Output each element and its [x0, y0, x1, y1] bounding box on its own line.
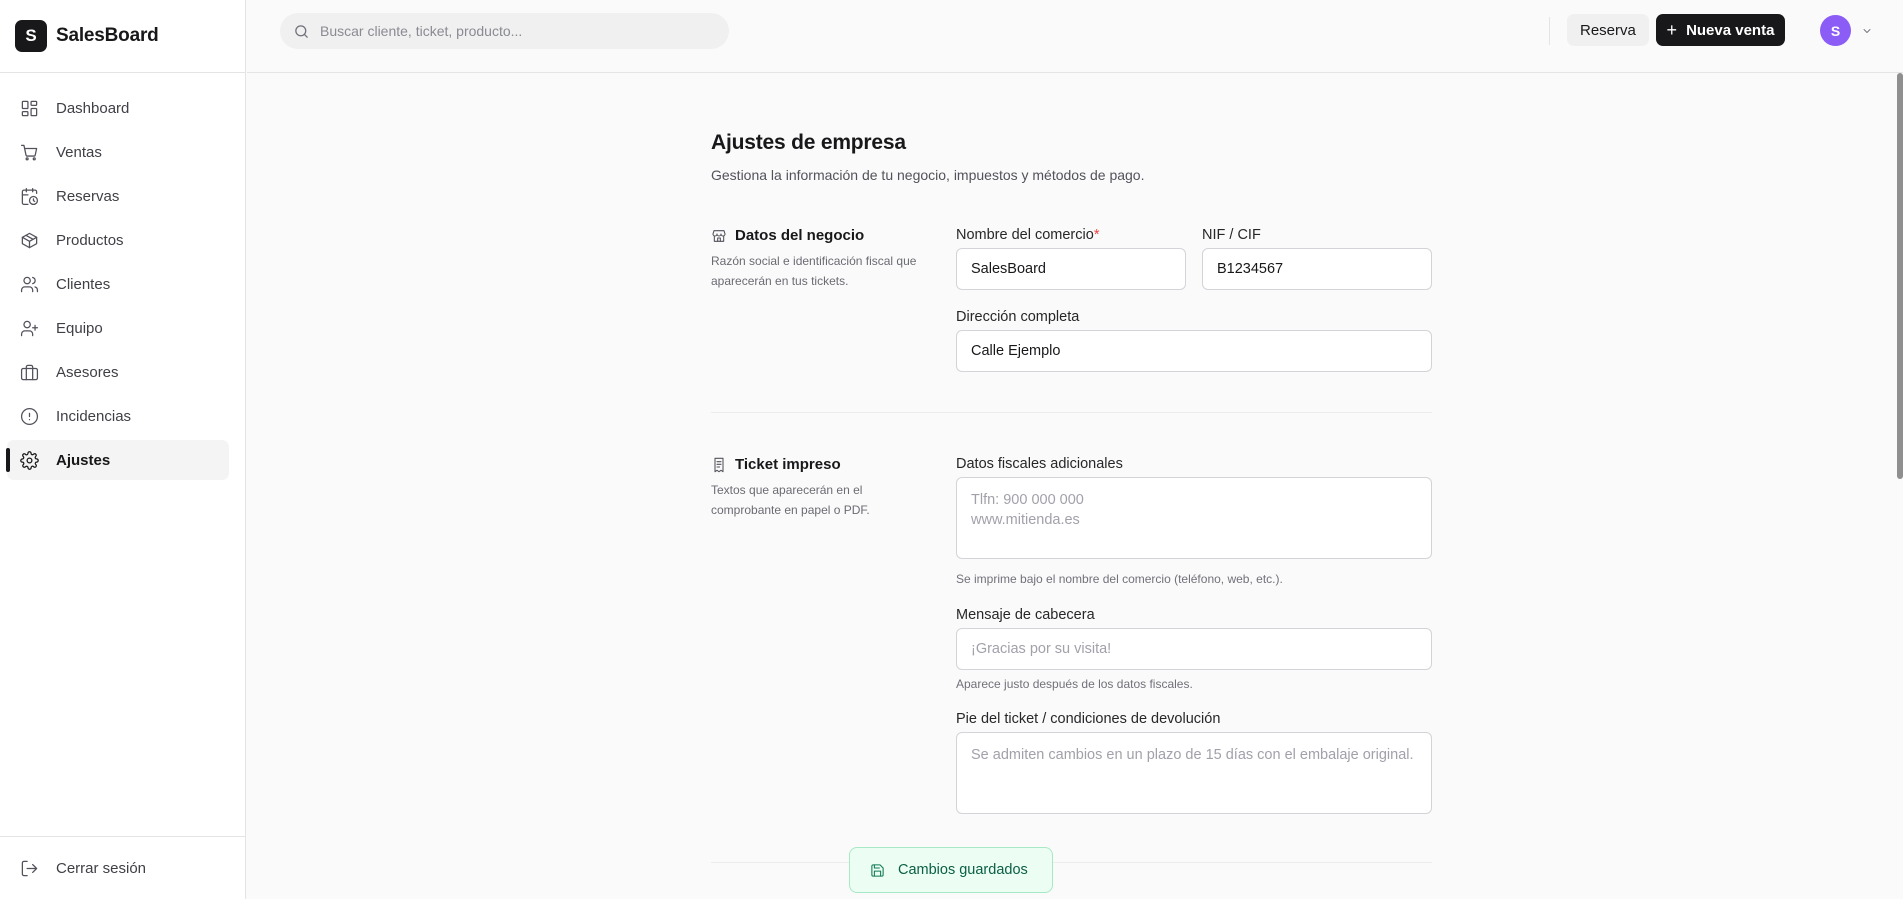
- business-name-label: Nombre del comercio*: [956, 227, 1099, 243]
- briefcase-icon: [20, 364, 39, 380]
- gear-icon: [20, 450, 39, 470]
- section-divider: [711, 862, 1432, 863]
- sidebar: S SalesBoard Dashboard Ventas Reservas P…: [0, 0, 246, 899]
- chevron-down-icon: [1863, 29, 1871, 33]
- search-bar[interactable]: [280, 13, 729, 49]
- business-section-header: Datos del negocio Razón social e identif…: [711, 227, 941, 291]
- plus-icon: +: [1666, 20, 1678, 40]
- header-message-input[interactable]: [956, 628, 1432, 670]
- reserva-button[interactable]: Reserva: [1567, 14, 1649, 46]
- sidebar-item-incidencias[interactable]: Incidencias: [7, 396, 229, 436]
- scrollbar-thumb[interactable]: [1897, 73, 1903, 479]
- search-input[interactable]: [320, 23, 700, 39]
- fiscal-data-hint: Se imprime bajo el nombre del comercio (…: [956, 572, 1283, 586]
- nif-label: NIF / CIF: [1202, 227, 1261, 243]
- package-icon: [21, 232, 38, 248]
- ticket-section-title: Ticket impreso: [711, 456, 941, 473]
- sidebar-nav: Dashboard Ventas Reservas Productos Clie…: [6, 88, 229, 484]
- footer-label: Pie del ticket / condiciones de devoluci…: [956, 711, 1221, 727]
- page-header: Ajustes de empresa Gestiona la informaci…: [711, 131, 1432, 183]
- fiscal-data-label: Datos fiscales adicionales: [956, 456, 1123, 472]
- logout-icon: [21, 860, 38, 876]
- sidebar-item-dashboard[interactable]: Dashboard: [7, 88, 229, 128]
- ticket-section-description: Textos que aparecerán en el comprobante …: [711, 483, 870, 517]
- footer-textarea[interactable]: [956, 732, 1432, 814]
- sidebar-item-label: Productos: [56, 231, 124, 249]
- alert-circle-icon: [20, 407, 39, 425]
- sidebar-item-label: Ventas: [56, 143, 102, 161]
- address-input[interactable]: [956, 330, 1432, 372]
- user-menu-toggle[interactable]: [1861, 24, 1873, 36]
- saved-toast: Cambios guardados: [849, 847, 1053, 893]
- business-section-title-text: Datos del negocio: [735, 227, 865, 244]
- business-name-input[interactable]: [956, 248, 1186, 290]
- nif-input[interactable]: [1202, 248, 1432, 290]
- ticket-section-header: Ticket impreso Textos que aparecerán en …: [711, 456, 941, 520]
- business-section-description: Razón social e identificación fiscal que…: [711, 254, 917, 288]
- business-section-title: Datos del negocio: [711, 227, 941, 244]
- store-icon: [712, 229, 726, 242]
- logout-button[interactable]: Cerrar sesión: [0, 836, 245, 899]
- sidebar-item-ajustes[interactable]: Ajustes: [6, 440, 229, 480]
- nueva-venta-button[interactable]: + Nueva venta: [1656, 14, 1785, 46]
- fiscal-data-textarea[interactable]: [956, 477, 1432, 559]
- sidebar-item-label: Equipo: [56, 319, 103, 337]
- logout-label: Cerrar sesión: [56, 859, 147, 877]
- required-mark: *: [1093, 227, 1100, 243]
- page-subtitle: Gestiona la información de tu negocio, i…: [711, 167, 1145, 183]
- user-plus-icon: [20, 320, 39, 336]
- sidebar-item-reservas[interactable]: Reservas: [7, 176, 229, 216]
- avatar[interactable]: S: [1820, 15, 1851, 46]
- page-title: Ajustes de empresa: [711, 131, 906, 154]
- sidebar-item-label: Reservas: [56, 187, 120, 205]
- app-name: SalesBoard: [56, 25, 159, 46]
- sidebar-item-label: Dashboard: [56, 99, 130, 117]
- users-icon: [20, 276, 39, 292]
- section-divider: [711, 412, 1432, 413]
- header-message-hint: Aparece justo después de los datos fisca…: [956, 677, 1193, 691]
- receipt-icon: [714, 457, 724, 472]
- sidebar-item-label: Ajustes: [56, 451, 111, 469]
- save-icon: [871, 863, 884, 877]
- sidebar-item-ventas[interactable]: Ventas: [7, 132, 229, 172]
- sidebar-item-label: Clientes: [56, 275, 111, 293]
- toast-message: Cambios guardados: [898, 862, 1028, 878]
- brand[interactable]: S SalesBoard: [0, 0, 245, 73]
- search-icon: [295, 24, 308, 38]
- ticket-section-title-text: Ticket impreso: [735, 456, 841, 473]
- sidebar-item-asesores[interactable]: Asesores: [7, 352, 229, 392]
- sidebar-item-equipo[interactable]: Equipo: [7, 308, 229, 348]
- nueva-venta-label: Nueva venta: [1686, 21, 1775, 39]
- dashboard-icon: [21, 100, 38, 116]
- sidebar-item-productos[interactable]: Productos: [7, 220, 229, 260]
- cart-icon: [20, 144, 38, 160]
- calendar-clock-icon: [21, 187, 39, 205]
- header-message-label: Mensaje de cabecera: [956, 607, 1095, 623]
- sidebar-item-clientes[interactable]: Clientes: [7, 264, 229, 304]
- sidebar-item-label: Asesores: [56, 363, 119, 381]
- topbar-divider: [1549, 17, 1550, 45]
- business-name-label-text: Nombre del comercio: [956, 227, 1094, 243]
- topbar: Reserva + Nueva venta S: [247, 0, 1903, 73]
- address-label: Dirección completa: [956, 309, 1080, 325]
- sidebar-item-label: Incidencias: [56, 407, 132, 425]
- app-logo: S: [15, 20, 47, 52]
